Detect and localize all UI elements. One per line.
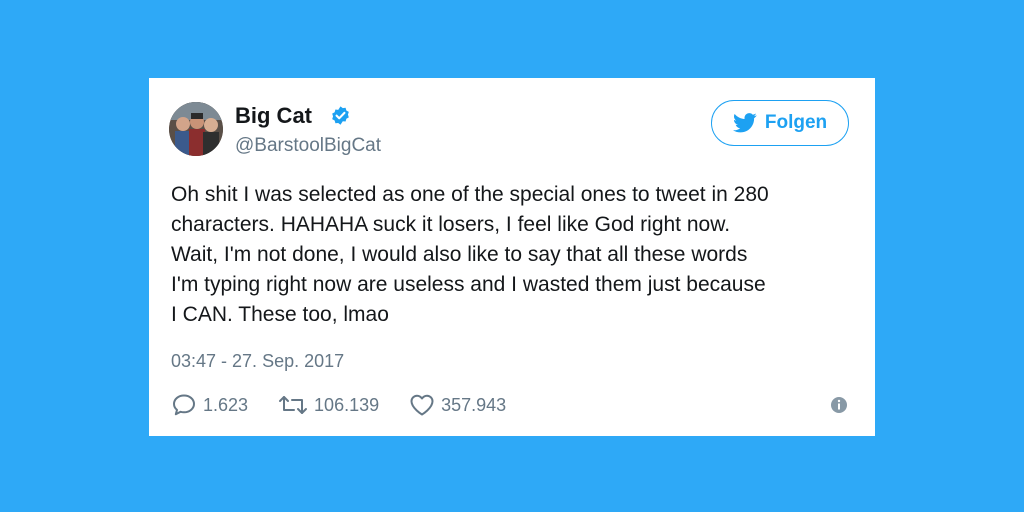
user-handle[interactable]: @BarstoolBigCat <box>235 135 381 157</box>
display-name[interactable]: Big Cat <box>235 103 312 129</box>
reply-button[interactable]: 1.623 <box>171 393 248 417</box>
tweet-text-line: Oh shit I was selected as one of the spe… <box>171 183 769 206</box>
tweet-text-line: I CAN. These too, lmao <box>171 303 389 326</box>
tweet-text-line: Wait, I'm not done, I would also like to… <box>171 243 748 266</box>
tweet-text-line: characters. HAHAHA suck it losers, I fee… <box>171 213 731 236</box>
retweet-count: 106.139 <box>314 394 380 415</box>
reply-count: 1.623 <box>203 394 249 415</box>
info-icon[interactable] <box>829 395 849 415</box>
follow-label: Folgen <box>764 112 828 133</box>
like-count: 357.943 <box>441 394 507 415</box>
heart-icon <box>410 394 434 416</box>
follow-button[interactable]: Folgen <box>711 100 849 146</box>
verified-badge-icon <box>332 106 349 125</box>
tweet-card: Big Cat @BarstoolBigCat Folgen Oh shit I… <box>149 78 875 436</box>
twitter-bird-icon <box>732 113 757 133</box>
speech-bubble-icon <box>173 394 195 416</box>
tweet-text-line: I'm typing right now are useless and I w… <box>171 273 766 296</box>
avatar-photo <box>169 102 223 156</box>
retweet-button[interactable]: 106.139 <box>278 393 379 417</box>
like-button[interactable]: 357.943 <box>409 393 506 417</box>
tweet-actions: 1.623 106.139 357.943 <box>171 392 536 418</box>
tweet-timestamp[interactable]: 03:47 - 27. Sep. 2017 <box>171 350 344 372</box>
retweet-arrows-icon <box>279 396 308 414</box>
tweet-text: Oh shit I was selected as one of the spe… <box>171 180 861 330</box>
avatar[interactable] <box>169 102 223 156</box>
